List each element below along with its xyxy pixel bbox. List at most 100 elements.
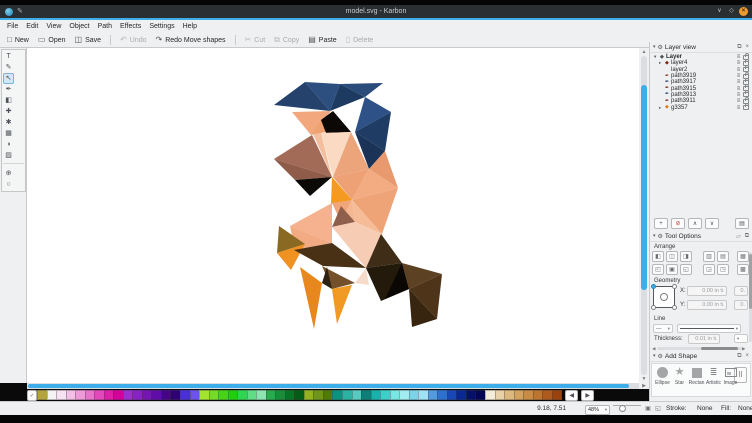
spinner-arrows-icon[interactable]: ⇅ <box>720 288 724 294</box>
menu-path[interactable]: Path <box>94 23 116 30</box>
save-button[interactable]: ◫Save <box>75 36 102 44</box>
close-panel-icon[interactable]: × <box>745 44 749 50</box>
lowpoly-artwork[interactable] <box>255 70 465 350</box>
pattern-edit-tool[interactable]: ▨ <box>3 150 14 161</box>
y-position-field[interactable]: 0.00 in⇅ <box>687 300 727 310</box>
menu-settings[interactable]: Settings <box>145 23 178 30</box>
line-cap-dropdown[interactable]: —▾ <box>653 324 673 333</box>
redo-button[interactable]: ↷Redo Move shapes <box>156 36 226 44</box>
zoom-slider-handle[interactable] <box>619 405 626 412</box>
list-properties-icon[interactable]: ≡ <box>734 73 743 79</box>
distribute-horizontal-button[interactable]: ▥ <box>703 251 715 262</box>
hscroll-track[interactable] <box>657 347 742 350</box>
anchor-bottomright[interactable] <box>672 305 677 310</box>
menu-object[interactable]: Object <box>65 23 93 30</box>
menu-help[interactable]: Help <box>179 23 201 30</box>
raise-object-button[interactable]: ◲ <box>703 264 715 275</box>
anchor-center[interactable] <box>660 293 668 301</box>
distribute-vertical-button[interactable]: ▤ <box>717 251 729 262</box>
float-panel-icon[interactable]: ⧉ <box>737 353 741 360</box>
zoom-fit-width-icon[interactable]: ◱ <box>654 405 662 413</box>
collapse-caret-icon[interactable]: ▾ <box>653 233 656 239</box>
palette-menu-button[interactable]: ✓ <box>27 390 37 401</box>
collapse-caret-icon[interactable]: ▾ <box>653 44 656 50</box>
width-field-clipped[interactable]: 0. <box>734 286 748 296</box>
ungroup-objects-button[interactable]: ▩ <box>737 264 749 275</box>
zoom-fit-page-icon[interactable]: ▣ <box>644 405 652 413</box>
text-tool[interactable]: T <box>3 51 14 62</box>
palette-scroll-left-button[interactable]: ◀ <box>565 390 578 401</box>
gradient-tool[interactable]: ◧ <box>3 95 14 106</box>
zoom-level-dropdown[interactable]: 48% ▾ <box>585 405 610 415</box>
list-properties-icon[interactable]: ≡ <box>734 67 743 73</box>
dock-panel-icon[interactable]: ▱ <box>736 233 741 240</box>
scroll-up-arrow[interactable]: ▲ <box>639 48 649 56</box>
menu-file[interactable]: File <box>3 23 22 30</box>
list-properties-icon[interactable]: ≡ <box>734 60 743 66</box>
palette-scroll-right-button[interactable]: ▶ <box>581 390 594 401</box>
spinner-arrows-icon[interactable]: ⇅ <box>713 336 717 342</box>
pencil-tool[interactable]: ✒ <box>3 84 14 95</box>
align-top-button[interactable]: ◰ <box>652 264 664 275</box>
menu-view[interactable]: View <box>42 23 65 30</box>
align-bottom-button[interactable]: ◱ <box>680 264 692 275</box>
artwork-polygon[interactable] <box>295 177 332 196</box>
scroll-right-arrow[interactable]: ▶ <box>639 383 649 389</box>
collapse-caret-icon[interactable]: ▾ <box>653 353 656 359</box>
new-button[interactable]: □New <box>7 36 29 44</box>
lower-object-button[interactable]: ◳ <box>717 264 729 275</box>
menu-effects[interactable]: Effects <box>116 23 145 30</box>
color-picker-tool[interactable]: ◑ <box>3 139 14 150</box>
zoom-tool[interactable]: ⊕ <box>3 168 14 179</box>
delete-layer-button[interactable]: ⊘ <box>671 218 685 229</box>
pattern-tool[interactable]: ▦ <box>3 128 14 139</box>
list-properties-icon[interactable]: ≡ <box>734 105 743 111</box>
tool-options-header[interactable]: ▾ ⚙ Tool Options ▱ ⧉ <box>650 231 752 242</box>
artwork-polygon[interactable] <box>355 268 369 285</box>
artwork-polygon[interactable] <box>300 267 322 329</box>
layer-view-header[interactable]: ▾ ⚙ Layer view ⧉ × <box>650 42 752 53</box>
shape-artistic[interactable]: ≣Artistic <box>705 366 722 386</box>
shape-star[interactable]: ★Star <box>671 366 688 386</box>
vscroll-thumb[interactable] <box>641 85 647 290</box>
pan-tool[interactable]: ○ <box>3 179 14 190</box>
list-properties-icon[interactable]: ≡ <box>734 79 743 85</box>
anchor-bottomleft[interactable] <box>651 305 656 310</box>
anchor-topleft[interactable] <box>651 284 656 289</box>
float-panel-icon[interactable]: ⧉ <box>737 44 741 51</box>
close-panel-icon[interactable]: × <box>745 353 749 359</box>
vscroll-track[interactable] <box>641 56 647 375</box>
calligraphy-tool[interactable]: ✎ <box>3 62 14 73</box>
menu-edit[interactable]: Edit <box>22 23 42 30</box>
raise-layer-button[interactable]: ∧ <box>688 218 702 229</box>
align-left-button[interactable]: ◧ <box>652 251 664 262</box>
align-middle-button[interactable]: ▣ <box>666 264 678 275</box>
list-properties-icon[interactable]: ≡ <box>734 54 743 60</box>
list-properties-icon[interactable]: ≡ <box>734 92 743 98</box>
panel-gear-icon[interactable]: ⚙ <box>658 44 663 51</box>
panel-gear-icon[interactable]: ⚙ <box>658 353 663 360</box>
selection-tool[interactable]: ↖ <box>3 73 14 84</box>
float-panel-icon[interactable]: ⧉ <box>745 233 749 240</box>
height-field-clipped[interactable]: 0. <box>734 300 748 310</box>
cap-style-dropdown-clipped[interactable]: ▾ <box>734 334 748 343</box>
zoom-slider-track[interactable] <box>613 405 641 406</box>
list-properties-icon[interactable]: ≡ <box>734 86 743 92</box>
align-right-button[interactable]: ◨ <box>680 251 692 262</box>
layer-row-g3357[interactable]: ▸◆g3357≡ <box>650 104 752 110</box>
lock-icon[interactable] <box>743 105 749 110</box>
anchor-topright[interactable] <box>672 284 677 289</box>
thickness-field[interactable]: 0.01 in⇅ <box>688 334 720 344</box>
group-objects-button[interactable]: ▦ <box>737 251 749 262</box>
artistic-text-tool[interactable]: ✱ <box>3 117 14 128</box>
hscroll-thumb[interactable] <box>701 347 738 350</box>
stroke-value[interactable]: None <box>697 405 713 412</box>
palette-swatch[interactable] <box>552 390 563 401</box>
artwork-polygon[interactable] <box>332 285 352 324</box>
scroll-down-arrow[interactable]: ▼ <box>639 375 649 383</box>
spinner-arrows-icon[interactable]: ⇅ <box>720 302 724 308</box>
anchor-point-selector[interactable] <box>653 286 675 308</box>
line-style-dropdown[interactable]: ▾ <box>677 324 741 333</box>
shape-rectan[interactable]: Rectan <box>688 366 705 386</box>
x-position-field[interactable]: 0.00 in⇅ <box>687 286 727 296</box>
